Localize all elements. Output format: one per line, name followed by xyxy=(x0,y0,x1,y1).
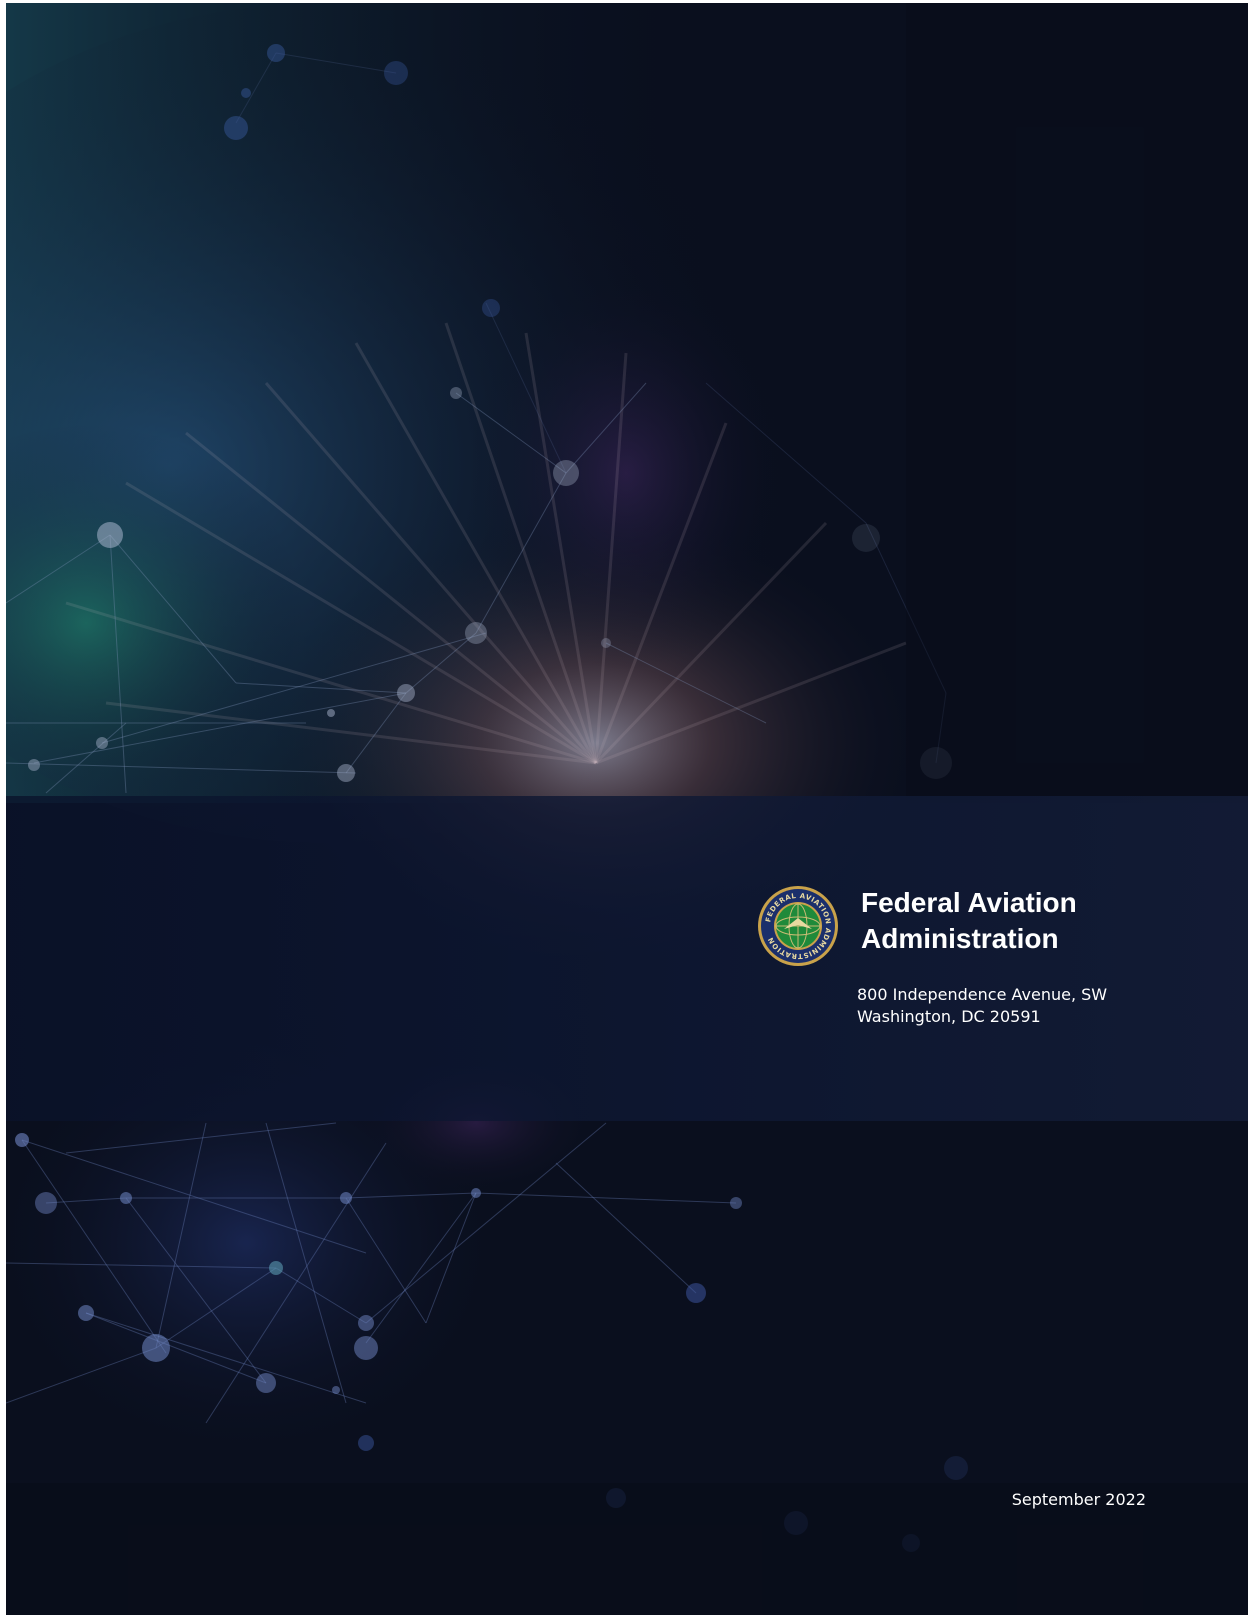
address-line1: 800 Independence Avenue, SW xyxy=(857,985,1108,1004)
organization-name: Federal Aviation Administration xyxy=(861,885,1077,957)
publication-date: September 2022 xyxy=(1011,1490,1146,1509)
faa-seal-icon: FEDERAL AVIATION ADMINISTRATION xyxy=(758,886,838,966)
address-line2: Washington, DC 20591 xyxy=(857,1007,1041,1026)
organization-name-line2: Administration xyxy=(861,923,1059,954)
cover-page: FEDERAL AVIATION ADMINISTRATION Federal … xyxy=(6,3,1248,1615)
organization-address: 800 Independence Avenue, SW Washington, … xyxy=(857,984,1107,1028)
organization-name-line1: Federal Aviation xyxy=(861,887,1077,918)
title-band xyxy=(6,796,1248,1121)
